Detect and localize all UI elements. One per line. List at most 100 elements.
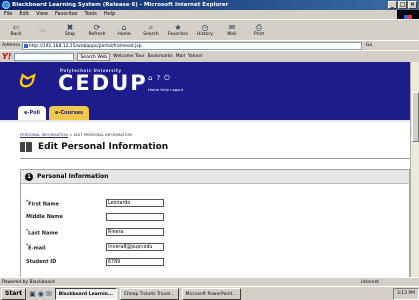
menu-bar: File Edit View Favorites Tools Help [0, 10, 419, 29]
toolbar-label: Mail [227, 32, 237, 37]
field-label: *E-mail [26, 243, 106, 252]
toolbar-label: Search [143, 32, 159, 37]
print-button[interactable]: ⎙ Print [247, 20, 271, 40]
go-button[interactable]: Go [366, 43, 372, 48]
field-label-text: First Name [28, 201, 59, 208]
university-logo-icon: ᗢ [18, 71, 33, 92]
home-icon[interactable]: ⌂ [148, 74, 152, 83]
desktop-icon[interactable]: ▣ [29, 290, 36, 298]
toolbar-label: Print [253, 32, 265, 37]
ie-quicklaunch-icon[interactable]: ◉ [38, 290, 44, 298]
field-label: *Last Name [26, 228, 106, 237]
address-input[interactable]: http://192.168.12.15/webapps/portal/fram… [21, 41, 362, 50]
forward-arrow-icon: ⇨ [39, 25, 47, 35]
menu-favorites[interactable]: Favorites [55, 10, 78, 19]
taskbar-clock: 3:13 PM [392, 287, 419, 300]
brand-title: CEDUP [58, 71, 148, 95]
tab-e-poli[interactable]: e-Poli [18, 106, 46, 120]
welcome-tour-link[interactable]: Welcome Tour [113, 54, 144, 59]
search-web-button[interactable]: Search Web [77, 52, 111, 61]
history-icon: ◷ [201, 23, 209, 32]
divider [0, 120, 410, 122]
taskbar-task[interactable]: Microsoft PowerPoint... [181, 287, 241, 300]
scrollbar-thumb[interactable] [412, 92, 419, 142]
yahoo-link[interactable]: Yahoo! [188, 54, 203, 59]
taskbar-task[interactable]: Blackboard Learnin... [54, 287, 117, 300]
field-label-text: Last Name [28, 230, 58, 237]
taskbar: Start ▣ ◉ ✉ Blackboard Learnin... Cheap T… [0, 286, 419, 300]
menu-file[interactable]: File [4, 10, 12, 19]
history-button[interactable]: ◷ History [193, 20, 217, 40]
yahoo-toolbar: Y! Search Web Welcome Tour Bookmarks Mai… [0, 50, 419, 62]
outlook-icon[interactable]: ✉ [46, 290, 52, 298]
breadcrumb-link[interactable]: PERSONAL INFORMATION [20, 132, 68, 137]
back-arrow-icon: ⇦ [12, 23, 20, 32]
book-icon [20, 142, 32, 152]
favorites-icon: ★ [174, 23, 182, 32]
search-icon: ⌕ [148, 23, 154, 32]
address-label: Address [2, 43, 20, 48]
middle-name-input[interactable] [106, 213, 164, 221]
page-title: Edit Personal Information [38, 142, 169, 152]
close-button[interactable]: × [408, 1, 417, 9]
breadcrumb-current: > EDIT PERSONAL INFORMATION [69, 132, 132, 137]
mail-button[interactable]: ✉ Mail [220, 20, 244, 40]
menu-tools[interactable]: Tools [85, 10, 97, 19]
minimize-button[interactable]: _ [388, 1, 397, 9]
print-icon: ⎙ [255, 23, 263, 32]
menu-help[interactable]: Help [104, 10, 115, 19]
search-button[interactable]: ⌕ Search [139, 20, 163, 40]
address-bar: Address http://192.168.12.15/webapps/por… [0, 40, 419, 50]
status-zone: Internet [361, 280, 379, 285]
field-label-text: Student ID [26, 259, 57, 265]
help-icon[interactable]: ? [156, 74, 160, 83]
refresh-icon: ⟳ [93, 23, 101, 32]
section-title: Personal Information [37, 173, 109, 180]
banner: ᗢ Polytechnic University CEDUP ⌂ ? ⏻ Hom… [0, 62, 410, 102]
home-button[interactable]: ⌂ Home [112, 20, 136, 40]
mail-link[interactable]: Mail [176, 54, 185, 59]
start-button[interactable]: Start [1, 287, 27, 300]
taskbar-task[interactable]: Cheap Tickets Travel... [119, 287, 179, 300]
toolbar-label: Favorites [167, 32, 189, 37]
yahoo-search-input[interactable] [14, 52, 75, 61]
tab-e-courses[interactable]: e-Courses [49, 106, 89, 120]
field-label-text: E-mail [28, 245, 46, 252]
menu-view[interactable]: View [36, 10, 48, 19]
divider [20, 158, 410, 159]
window-title-bar: Blackboard Learning System (Release 6) -… [0, 0, 419, 10]
quick-launch: ▣ ◉ ✉ [29, 290, 52, 298]
field-label: *First Name [26, 199, 106, 208]
form-row: *E-mail lrivera8@pupr.edu [26, 242, 164, 252]
bookmarks-link[interactable]: Bookmarks [148, 54, 173, 59]
toolbar-label: Stop [64, 32, 76, 37]
window-title: Blackboard Learning System (Release 6) -… [12, 2, 229, 8]
form-row: *First Name Leonardo [26, 198, 164, 208]
form-row: Middle Name [26, 212, 164, 222]
mail-icon: ✉ [228, 23, 236, 32]
tab-row: e-Poli e-Courses [0, 102, 410, 120]
yahoo-logo-icon: Y! [2, 52, 12, 61]
stop-button[interactable]: ✖ Stop [58, 20, 82, 40]
favorites-button[interactable]: ★ Favorites [166, 20, 190, 40]
vertical-scrollbar[interactable] [410, 62, 419, 277]
form-row: Student ID 6789 [26, 257, 164, 267]
forward-button[interactable]: ⇨ [31, 20, 55, 40]
first-name-input[interactable]: Leonardo [106, 199, 164, 207]
status-bar: Powered by Blackboard Internet [0, 277, 419, 286]
student-id-input[interactable]: 6789 [106, 258, 164, 266]
field-label: Student ID [26, 259, 106, 265]
banner-links[interactable]: Home Help Logout [148, 87, 183, 92]
last-name-input[interactable]: Rivera [106, 228, 164, 236]
maximize-button[interactable]: □ [398, 1, 407, 9]
refresh-button[interactable]: ⟳ Refresh [85, 20, 109, 40]
back-button[interactable]: ⇦ Back [4, 20, 28, 40]
internet-explorer-icon [2, 1, 10, 9]
e-mail-input[interactable]: lrivera8@pupr.edu [106, 243, 164, 251]
home-icon: ⌂ [121, 23, 127, 32]
form-row: *Last Name Rivera [26, 227, 164, 237]
menu-edit[interactable]: Edit [19, 10, 29, 19]
stop-icon: ✖ [66, 23, 74, 32]
field-label: Middle Name [26, 214, 106, 220]
logout-icon[interactable]: ⏻ [164, 74, 170, 83]
